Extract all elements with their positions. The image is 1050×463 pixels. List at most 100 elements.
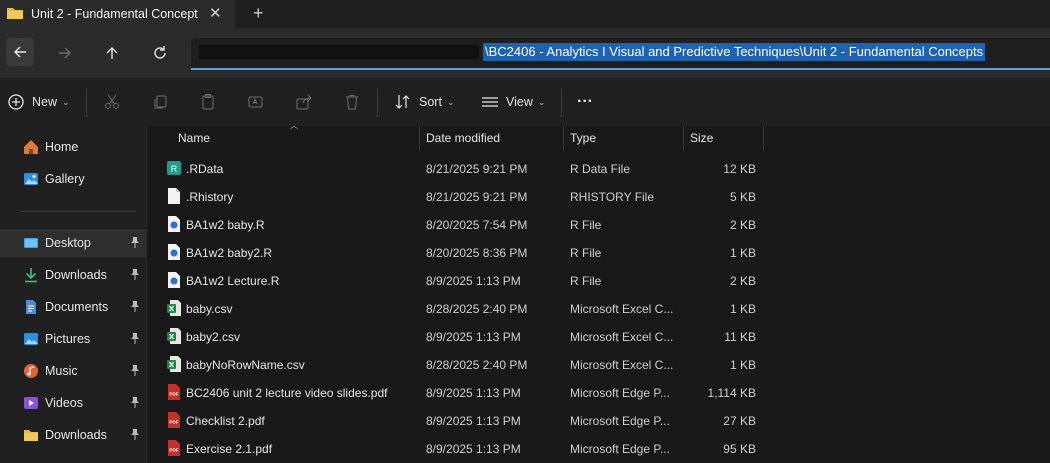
pin-icon [131, 365, 139, 376]
file-date: 8/28/2025 2:40 PM [426, 358, 528, 372]
column-header-type[interactable]: Type [570, 131, 596, 145]
sidebar-item-label: Pictures [45, 332, 91, 346]
file-row[interactable]: BA1w2 baby.R 8/20/2025 7:54 PM R File 2 KB [147, 210, 1050, 238]
sidebar-item-label: Home [45, 140, 79, 154]
share-button[interactable] [295, 78, 313, 126]
address-bar[interactable]: \BC2406 - Analytics I Visual and Predict… [191, 38, 1050, 70]
r-script-icon [168, 244, 180, 260]
file-name: BA1w2 baby.R [186, 218, 265, 232]
pin-icon [131, 429, 139, 440]
sidebar-item-documents[interactable]: Documents [0, 293, 146, 321]
more-options-button[interactable]: ··· [577, 78, 593, 126]
desktop-icon [24, 238, 38, 248]
sidebar-item-music[interactable]: Music [0, 357, 146, 385]
sidebar-item-label: Videos [45, 396, 83, 410]
title-bar: Unit 2 - Fundamental Concept ✕ + [0, 0, 1050, 28]
file-name: BC2406 unit 2 lecture video slides.pdf [186, 386, 388, 400]
sidebar-item-downloads[interactable]: Downloads [0, 261, 146, 289]
file-row[interactable]: BA1w2 baby2.R 8/20/2025 8:36 PM R File 1 KB [147, 238, 1050, 266]
gallery-icon [24, 173, 38, 185]
paste-button[interactable] [199, 78, 217, 126]
file-type: Microsoft Excel C... [570, 330, 674, 344]
column-divider[interactable] [683, 126, 684, 150]
column-header-size[interactable]: Size [690, 131, 713, 145]
file-row[interactable]: BA1w2 Lecture.R 8/9/2025 1:13 PM R File 2 K… [147, 266, 1050, 294]
file-row[interactable]: .Rhistory 8/21/2025 9:21 PM RHISTORY File 5… [147, 182, 1050, 210]
refresh-button[interactable] [148, 41, 172, 65]
arrow-up-icon [106, 47, 118, 59]
download-icon [25, 268, 37, 283]
copy-button[interactable] [151, 78, 169, 126]
file-row[interactable]: PDF Exercise 2.1.pdf 8/9/2025 1:13 PM Micro… [147, 434, 1050, 462]
address-path[interactable]: \BC2406 - Analytics I Visual and Predict… [483, 43, 986, 61]
column-divider[interactable] [563, 126, 564, 150]
sort-button[interactable]: Sort ⌄ [394, 78, 454, 126]
file-date: 8/9/2025 1:13 PM [426, 442, 521, 456]
sidebar-item-pictures[interactable]: Pictures [0, 325, 146, 353]
file-type: Microsoft Edge P... [570, 442, 670, 456]
column-header-date[interactable]: Date modified [426, 131, 500, 145]
file-type: Microsoft Excel C... [570, 302, 674, 316]
new-label: New [32, 95, 58, 109]
file-size: 2 KB [729, 274, 756, 288]
svg-text:PDF: PDF [169, 392, 178, 397]
forward-button[interactable] [53, 41, 77, 65]
file-name: babyNoRowName.csv [186, 358, 305, 372]
sidebar-item-label: Gallery [45, 172, 85, 186]
trash-icon [346, 95, 358, 110]
new-tab-button[interactable]: + [253, 3, 264, 24]
column-divider[interactable] [419, 126, 420, 150]
file-date: 8/9/2025 1:13 PM [426, 414, 521, 428]
delete-button[interactable] [343, 78, 361, 126]
sidebar-item-gallery[interactable]: Gallery [0, 165, 146, 193]
svg-text:R: R [171, 164, 178, 174]
back-button[interactable] [6, 38, 34, 66]
rename-button[interactable] [247, 78, 265, 126]
sidebar-item-videos[interactable]: Videos [0, 389, 146, 417]
toolbar-divider [377, 89, 378, 117]
chevron-down-icon: ⌄ [537, 96, 546, 107]
file-row[interactable]: PDF BC2406 unit 2 lecture video slides.pd… [147, 378, 1050, 406]
videos-icon [24, 397, 38, 409]
plus-circle-icon [8, 94, 24, 110]
file-size: 1 KB [729, 246, 756, 260]
file-name: BA1w2 Lecture.R [186, 274, 280, 288]
blank-file-icon [168, 188, 180, 204]
toolbar-divider [561, 89, 562, 117]
sidebar-item-label: Music [45, 364, 78, 378]
pin-icon [131, 333, 139, 344]
sidebar-item-desktop[interactable]: Desktop [0, 229, 146, 257]
explorer-tab[interactable]: Unit 2 - Fundamental Concept ✕ [0, 0, 235, 28]
file-row[interactable]: R .RData 8/21/2025 9:21 PM R Data File 12 KB [147, 154, 1050, 182]
folder-icon [24, 430, 38, 441]
column-divider[interactable] [763, 126, 764, 150]
file-date: 8/20/2025 8:36 PM [426, 246, 528, 260]
sidebar-item-downloads-folder[interactable]: Downloads [0, 421, 146, 449]
sidebar-item-home[interactable]: Home [0, 133, 146, 161]
up-button[interactable] [100, 41, 124, 65]
file-row[interactable]: PDF Checklist 2.pdf 8/9/2025 1:13 PM Micros… [147, 406, 1050, 434]
file-date: 8/9/2025 1:13 PM [426, 386, 521, 400]
sort-icon [395, 95, 410, 109]
new-button[interactable]: New ⌄ [7, 78, 70, 126]
cut-button[interactable] [103, 78, 121, 126]
view-label: View [506, 95, 533, 109]
folder-icon [7, 8, 23, 19]
svg-text:PDF: PDF [169, 420, 178, 425]
tab-title: Unit 2 - Fundamental Concept [31, 7, 198, 21]
file-size: 5 KB [729, 190, 756, 204]
column-header-name[interactable]: Name [178, 131, 210, 145]
view-button[interactable]: View ⌄ [481, 78, 545, 126]
file-type: Microsoft Edge P... [570, 414, 670, 428]
close-tab-button[interactable]: ✕ [209, 4, 222, 22]
pin-icon [131, 237, 139, 248]
file-type: R File [570, 274, 602, 288]
redacted-path [199, 45, 479, 59]
file-row[interactable]: babyNoRowName.csv 8/28/2025 2:40 PM Micros… [147, 350, 1050, 378]
file-size: 12 KB [723, 162, 756, 176]
share-icon [296, 94, 312, 110]
file-row[interactable]: baby2.csv 8/9/2025 1:13 PM Microsoft Excel… [147, 322, 1050, 350]
file-size: 95 KB [723, 442, 756, 456]
file-row[interactable]: baby.csv 8/28/2025 2:40 PM Microsoft Excel… [147, 294, 1050, 322]
pdf-icon: PDF [168, 412, 180, 428]
